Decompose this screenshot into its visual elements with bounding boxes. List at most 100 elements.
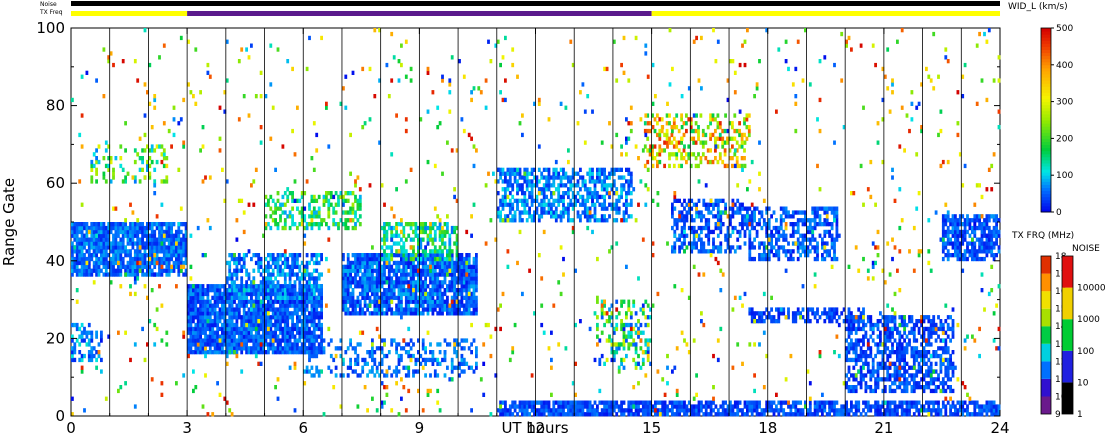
- echo-cell: [697, 400, 701, 405]
- echo-cell: [308, 319, 311, 324]
- echo-cell: [450, 253, 454, 258]
- echo-cell: [648, 128, 652, 134]
- echo-cell: [683, 412, 686, 417]
- echo-cell: [750, 245, 754, 250]
- echo-cell: [358, 253, 362, 258]
- echo-cell: [317, 284, 321, 289]
- echo-cell: [252, 342, 256, 347]
- echo-cell: [281, 307, 285, 312]
- echo-cell: [356, 357, 360, 363]
- echo-cell: [397, 342, 401, 347]
- echo-cell: [385, 229, 389, 235]
- echo-cell: [218, 299, 222, 304]
- echo-cell: [83, 338, 86, 343]
- echo-cell: [424, 272, 427, 277]
- echo-cell: [547, 183, 551, 188]
- echo-cell: [448, 245, 452, 250]
- echo-cell: [75, 229, 79, 235]
- echo-cell: [136, 256, 140, 262]
- echo-cell: [801, 218, 805, 223]
- echo-cell: [317, 315, 321, 320]
- echo-cell: [748, 233, 752, 238]
- echo-cell: [929, 408, 933, 413]
- echo-cell: [269, 284, 273, 289]
- echo-cell: [320, 222, 323, 227]
- echo-cell: [320, 295, 323, 300]
- echo-cell: [104, 233, 108, 238]
- echo-cell: [121, 237, 125, 242]
- echo-cell: [900, 412, 904, 417]
- echo-cell: [424, 295, 427, 300]
- echo-cell: [530, 202, 534, 207]
- echo-cell: [351, 206, 355, 211]
- echo-cell: [141, 245, 144, 250]
- echo-cell: [179, 260, 183, 266]
- echo-cell: [204, 311, 207, 316]
- echo-cell: [305, 303, 309, 308]
- echo-cell: [245, 253, 248, 258]
- echo-cell: [743, 229, 747, 235]
- echo-cell: [136, 222, 140, 227]
- echo-cell: [707, 206, 711, 211]
- echo-cell: [228, 326, 232, 332]
- echo-cell: [612, 171, 616, 176]
- echo-cell: [528, 404, 531, 409]
- echo-cell: [743, 233, 747, 238]
- echo-cell: [414, 307, 418, 312]
- echo-cell: [274, 218, 277, 223]
- echo-cell: [194, 350, 198, 355]
- echo-cell: [436, 303, 440, 308]
- echo-cell: [542, 194, 546, 200]
- echo-cell: [431, 256, 435, 262]
- echo-cell: [242, 264, 246, 269]
- echo-cell: [501, 202, 505, 207]
- echo-cell: [235, 276, 239, 281]
- echo-cell: [148, 272, 152, 277]
- echo-cell: [310, 334, 314, 339]
- echo-cell: [603, 202, 606, 207]
- echo-cell: [283, 225, 287, 231]
- echo-cell: [150, 249, 154, 254]
- echo-cell: [782, 237, 786, 242]
- echo-cell: [738, 229, 742, 235]
- echo-cell: [358, 268, 362, 273]
- echo-cell: [387, 268, 391, 273]
- echo-cell: [269, 303, 273, 308]
- echo-cell: [211, 307, 215, 312]
- echo-cell: [80, 237, 84, 242]
- echo-cell: [537, 167, 541, 172]
- echo-cell: [317, 288, 321, 293]
- echo-cell: [112, 264, 115, 269]
- echo-cell: [291, 322, 294, 328]
- echo-cell: [542, 198, 546, 203]
- echo-cell: [409, 272, 413, 277]
- echo-cell: [600, 171, 604, 176]
- echo-cell: [675, 140, 679, 145]
- echo-cell: [211, 338, 215, 343]
- echo-cell: [194, 338, 198, 343]
- echo-cell: [736, 210, 740, 215]
- echo-cell: [153, 264, 157, 269]
- echo-cell: [504, 404, 507, 409]
- echo-cell: [356, 295, 360, 300]
- echo-cell: [153, 167, 157, 172]
- echo-cell: [291, 346, 294, 351]
- echo-cell: [95, 260, 98, 266]
- echo-cell: [818, 408, 822, 413]
- echo-cell: [733, 202, 737, 207]
- echo-cell: [448, 260, 452, 266]
- echo-cell: [213, 346, 217, 351]
- echo-cell: [668, 121, 671, 126]
- echo-cell: [743, 206, 747, 211]
- echo-cell: [78, 342, 82, 347]
- echo-cell: [349, 264, 352, 269]
- echo-cell: [796, 237, 800, 242]
- echo-cell: [472, 260, 476, 266]
- echo-cell: [460, 295, 464, 300]
- echo-cell: [71, 233, 74, 238]
- echo-cell: [426, 225, 430, 231]
- echo-cell: [402, 225, 406, 231]
- echo-cell: [685, 408, 689, 413]
- echo-cell: [554, 198, 558, 203]
- echo-cell: [269, 276, 273, 281]
